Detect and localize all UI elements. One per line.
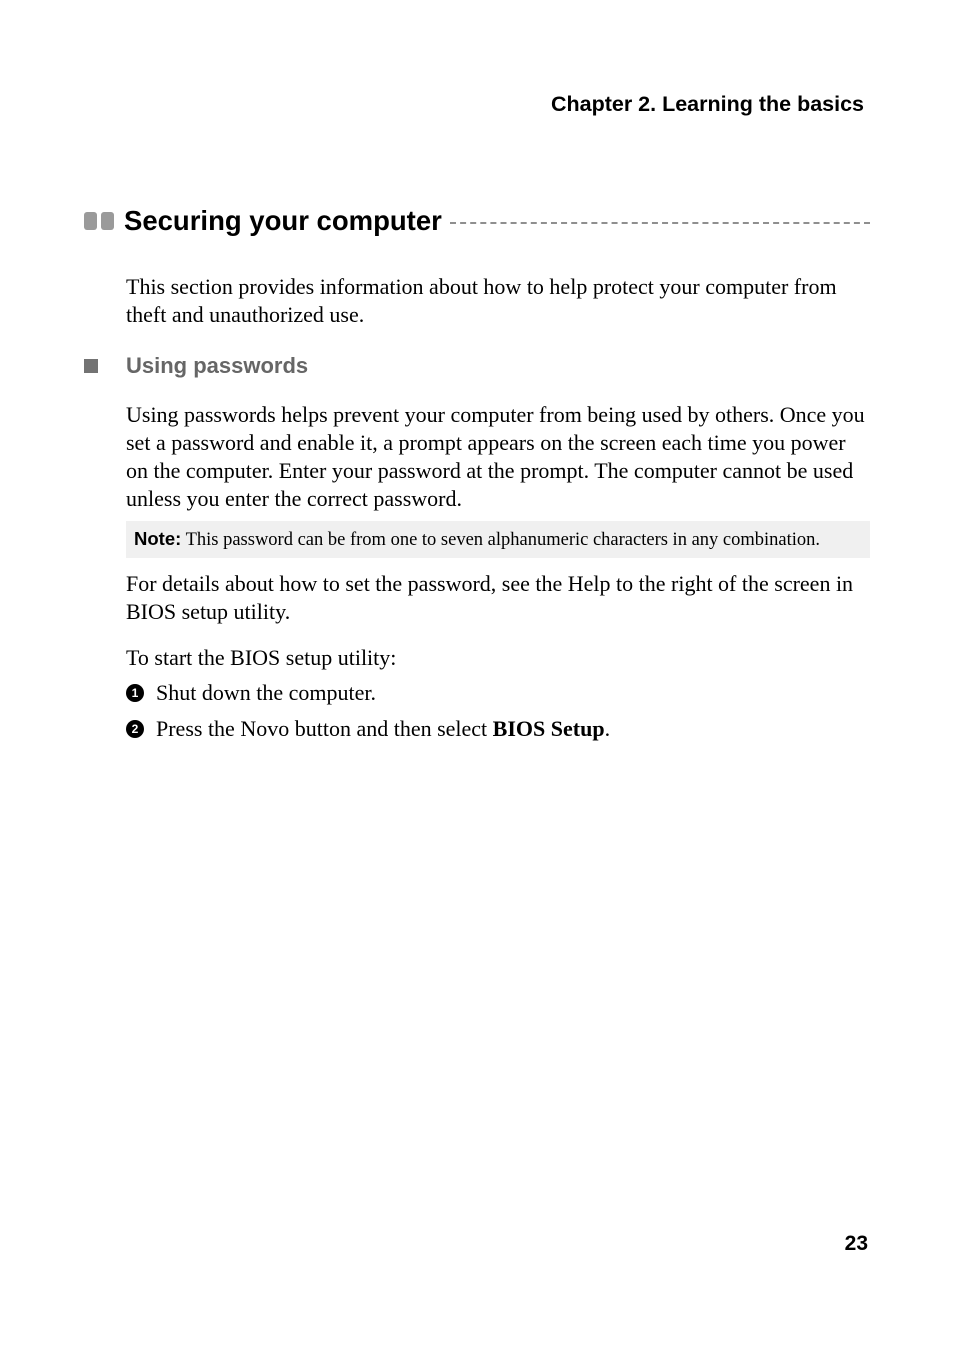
section-title: Securing your computer bbox=[124, 205, 442, 237]
step-number-icon: 1 bbox=[126, 684, 144, 702]
note-text: This password can be from one to seven a… bbox=[181, 530, 820, 550]
step-text: Shut down the computer. bbox=[156, 678, 376, 708]
section-bullets-icon bbox=[84, 212, 114, 230]
step-row: 2 Press the Novo button and then select … bbox=[126, 714, 870, 744]
step-suffix: . bbox=[605, 716, 611, 741]
note-label: Note: bbox=[134, 528, 181, 549]
note-box: Note: This password can be from one to s… bbox=[126, 521, 870, 558]
square-bullet-icon bbox=[84, 359, 98, 373]
step-prefix: Press the Novo button and then select bbox=[156, 716, 493, 741]
dashed-line-icon bbox=[450, 222, 870, 224]
subsection-title: Using passwords bbox=[126, 353, 308, 379]
step-list: 1 Shut down the computer. 2 Press the No… bbox=[126, 678, 870, 743]
steps-intro: To start the BIOS setup utility: bbox=[126, 644, 870, 672]
step-number-icon: 2 bbox=[126, 720, 144, 738]
step-text: Press the Novo button and then select BI… bbox=[156, 714, 610, 744]
after-note-paragraph: For details about how to set the passwor… bbox=[126, 570, 870, 626]
subsection-row: Using passwords bbox=[84, 353, 870, 379]
chapter-header: Chapter 2. Learning the basics bbox=[84, 92, 870, 117]
page-number: 23 bbox=[845, 1232, 868, 1256]
section-intro: This section provides information about … bbox=[126, 273, 870, 329]
section-title-row: Securing your computer bbox=[84, 205, 870, 237]
page-container: Chapter 2. Learning the basics Securing … bbox=[0, 0, 954, 809]
subsection-paragraph: Using passwords helps prevent your compu… bbox=[126, 401, 870, 513]
step-row: 1 Shut down the computer. bbox=[126, 678, 870, 708]
step-bold: BIOS Setup bbox=[493, 716, 605, 741]
